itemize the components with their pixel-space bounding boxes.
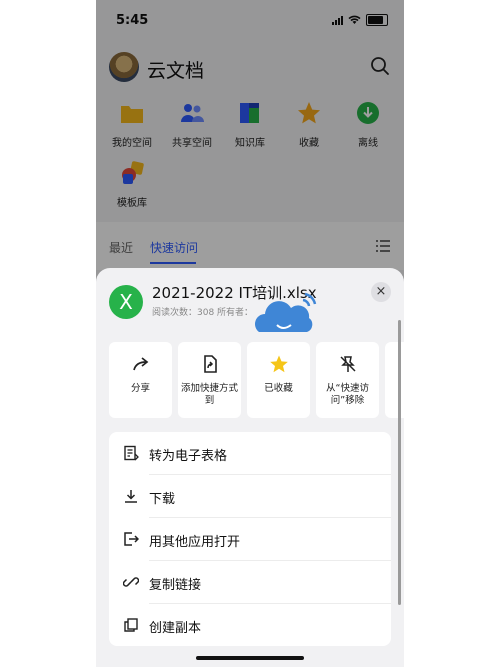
action-label: 设置 bbox=[385, 383, 404, 395]
menu-item-create-copy[interactable]: 创建副本 bbox=[109, 604, 391, 647]
shortcut-icon bbox=[203, 355, 217, 373]
menu-label: 下载 bbox=[149, 492, 176, 507]
settings-button[interactable]: 设置 bbox=[385, 342, 404, 418]
menu-label: 创建副本 bbox=[149, 621, 202, 636]
unpin-icon bbox=[339, 356, 356, 372]
menu-label: 复制链接 bbox=[149, 578, 202, 593]
action-label: 已收藏 bbox=[264, 383, 293, 394]
share-icon bbox=[132, 357, 148, 371]
close-button[interactable]: × bbox=[371, 282, 391, 302]
link-icon bbox=[123, 577, 139, 587]
menu-label: 转为电子表格 bbox=[149, 449, 228, 464]
star-filled-icon bbox=[269, 355, 288, 373]
phone-screen: 5:45 云文档 我的空间 共享空间 知识库 收藏 离线 模板库 最近 快速访问… bbox=[96, 0, 404, 667]
scrollbar[interactable] bbox=[398, 320, 401, 605]
menu-label: 用其他应用打开 bbox=[149, 535, 241, 550]
download-icon bbox=[125, 490, 137, 503]
open-with-icon bbox=[124, 532, 139, 546]
action-label: 从“快速访问”移除 bbox=[326, 383, 369, 406]
action-label: 分享 bbox=[130, 383, 150, 394]
favorited-button[interactable]: 已收藏 bbox=[247, 342, 310, 418]
menu-item-download[interactable]: 下载 bbox=[109, 475, 391, 518]
add-shortcut-button[interactable]: 添加快捷方式到 bbox=[178, 342, 241, 418]
action-menu: 转为电子表格 下载 用其他应用打开 复制链接 创建副本 bbox=[109, 432, 391, 646]
excel-file-icon: X bbox=[109, 285, 143, 319]
remove-from-quick-access-button[interactable]: 从“快速访问”移除 bbox=[316, 342, 379, 418]
home-indicator[interactable] bbox=[196, 656, 304, 660]
menu-item-convert-to-sheet[interactable]: 转为电子表格 bbox=[109, 432, 391, 475]
menu-item-open-with[interactable]: 用其他应用打开 bbox=[109, 518, 391, 561]
cloud-logo-icon bbox=[255, 292, 317, 332]
share-button[interactable]: 分享 bbox=[109, 342, 172, 418]
convert-sheet-icon bbox=[124, 445, 139, 461]
action-row: 分享 添加快捷方式到 已收藏 从“快速访问”移除 设置 bbox=[109, 342, 404, 420]
action-label: 添加快捷方式到 bbox=[180, 383, 238, 406]
menu-item-copy-link[interactable]: 复制链接 bbox=[109, 561, 391, 604]
copy-icon bbox=[124, 618, 138, 632]
file-meta: 阅读次数：308 所有者： bbox=[152, 308, 254, 318]
bottom-sheet: X 2021-2022 IT培训.xlsx 阅读次数：308 所有者： × 分享… bbox=[96, 268, 404, 667]
